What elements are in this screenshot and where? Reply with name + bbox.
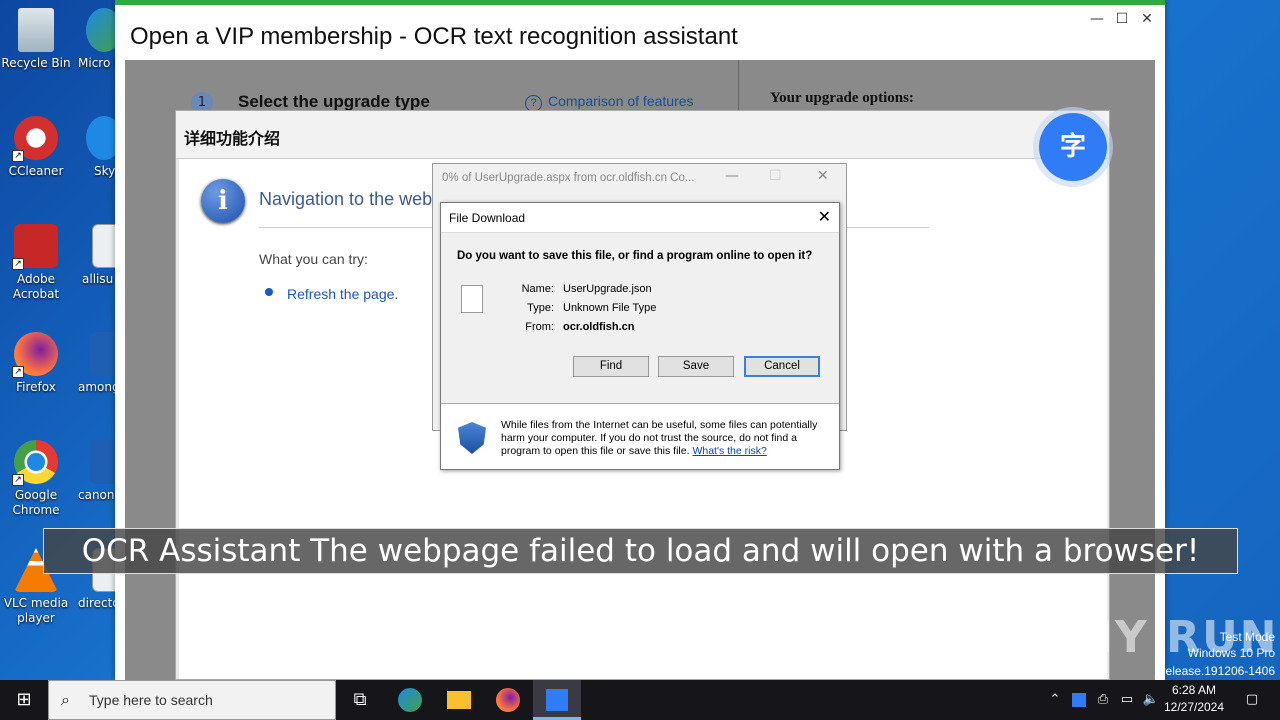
task-view-button[interactable]: ⧉ xyxy=(336,680,384,720)
navigation-error-title: Navigation to the web xyxy=(259,189,433,209)
desktop-icon-label: directo xyxy=(78,596,118,610)
desktop-icon-ccleaner[interactable]: ↗ CCleaner xyxy=(0,116,72,179)
word-doc-icon xyxy=(90,440,118,484)
volume-icon[interactable]: 🔈 xyxy=(1140,680,1162,720)
desktop-icon-label: Firefox xyxy=(16,380,56,394)
file-download-dialog: File Download ✕ Do you want to save this… xyxy=(440,202,840,470)
minimize-button[interactable]: — xyxy=(1085,11,1109,27)
file-name-value: UserUpgrade.json xyxy=(563,283,652,295)
network-icon[interactable]: ▭ xyxy=(1116,680,1138,720)
progress-title: 0% of UserUpgrade.aspx from ocr.oldfish.… xyxy=(442,172,695,184)
chrome-icon: ↗ xyxy=(12,440,58,486)
download-question: Do you want to save this file, or find a… xyxy=(457,250,813,262)
name-label: Name: xyxy=(521,283,554,295)
clock-date: 12/27/2024 xyxy=(1163,700,1225,714)
taskbar-search[interactable]: ⌕ Type here to search xyxy=(48,680,336,720)
tray-ocr-icon[interactable] xyxy=(1068,680,1090,720)
panel-header: 详细功能介绍 xyxy=(176,111,1109,159)
translate-tray-icon xyxy=(1072,692,1086,707)
close-button[interactable]: ✕ xyxy=(1135,11,1159,27)
desktop-icon-label: VLC media player xyxy=(3,596,69,625)
warning-text: While files from the Internet can be use… xyxy=(501,419,831,458)
desktop-icon-edge[interactable]: Micro Edg xyxy=(78,8,118,71)
ocr-app-icon xyxy=(546,689,568,711)
desktop-icon-label: Adobe Acrobat xyxy=(12,272,60,301)
taskbar-file-explorer[interactable] xyxy=(435,680,483,720)
show-hidden-icons[interactable]: ⌃ xyxy=(1045,680,1065,720)
type-label: Type: xyxy=(527,302,554,314)
firefox-icon xyxy=(496,688,520,712)
desktop-icon-firefox[interactable]: ↗ Firefox xyxy=(0,332,72,395)
file-icon xyxy=(461,285,483,313)
desktop-icon-label: among xyxy=(78,380,118,394)
desktop-icon-label: Google Chrome xyxy=(12,488,60,517)
taskbar-firefox[interactable] xyxy=(484,680,532,720)
shield-icon xyxy=(458,422,486,454)
file-from-value: ocr.oldfish.cn xyxy=(563,321,635,333)
try-label: What you can try: xyxy=(259,251,368,267)
find-button[interactable]: Find xyxy=(573,356,649,377)
save-button[interactable]: Save xyxy=(658,356,734,377)
taskbar-ocr-assistant[interactable] xyxy=(533,680,581,720)
recycle-bin-icon xyxy=(18,8,54,52)
progress-maximize-button[interactable]: ☐ xyxy=(769,168,782,184)
watermark-line-1: Test Mode xyxy=(1219,630,1275,644)
warning-body: While files from the Internet can be use… xyxy=(501,419,818,457)
desktop-icon-label: Micro Edg xyxy=(78,56,118,70)
desktop-icon-allisu[interactable]: allisu xyxy=(78,224,118,287)
ccleaner-icon: ↗ xyxy=(12,116,58,162)
watermark-line-2: Windows 10 Pro xyxy=(1187,646,1275,660)
desktop-icon-canonr[interactable]: canonr xyxy=(78,440,118,503)
desktop-icon-among[interactable]: among xyxy=(78,332,118,395)
skype-icon xyxy=(86,116,118,160)
progress-close-button[interactable]: ✕ xyxy=(817,168,829,184)
risk-link[interactable]: What's the risk? xyxy=(692,445,766,457)
folder-icon xyxy=(447,691,471,709)
translate-glyph: 字 xyxy=(1039,113,1107,181)
windows-logo-icon: ⊞ xyxy=(16,689,32,710)
taskbar: ⊞ ⌕ Type here to search ⧉ ⌃ ⎙ ▭ 🔈 6:28 A… xyxy=(0,680,1280,720)
upgrade-options-label: Your upgrade options: xyxy=(770,90,914,106)
search-placeholder: Type here to search xyxy=(89,692,213,708)
file-type-value: Unknown File Type xyxy=(563,302,657,314)
desktop-icon-label: CCleaner xyxy=(8,164,64,178)
desktop-icon-label: allisu xyxy=(82,272,114,286)
acrobat-icon: ↗ xyxy=(12,224,58,270)
edge-icon xyxy=(86,8,118,52)
window-title: Open a VIP membership - OCR text recogni… xyxy=(130,23,738,50)
start-button[interactable]: ⊞ xyxy=(0,680,48,720)
desktop-icon-label: canonr xyxy=(78,488,118,502)
step-label: Select the upgrade type xyxy=(238,92,430,111)
desktop-icon-label: Recycle Bin xyxy=(1,56,71,70)
word-doc-icon xyxy=(90,332,118,376)
clock[interactable]: 6:28 AM 12/27/2024 xyxy=(1162,682,1226,716)
refresh-page-link[interactable]: Refresh the page. xyxy=(287,286,398,302)
bullet-icon xyxy=(265,288,273,296)
dialog-title: File Download xyxy=(441,203,839,233)
watermark-line-3: _release.191206-1406 xyxy=(1154,664,1275,678)
clock-time: 6:28 AM xyxy=(1171,683,1217,697)
desktop-icon-recycle-bin[interactable]: Recycle Bin xyxy=(0,8,72,71)
dialog-close-button[interactable]: ✕ xyxy=(818,207,831,227)
search-icon: ⌕ xyxy=(61,690,70,709)
desktop-icon-label: Sky xyxy=(94,164,116,178)
tray-device-icon[interactable]: ⎙ xyxy=(1092,680,1114,720)
cancel-button[interactable]: Cancel xyxy=(744,356,820,377)
compare-features-label: Comparison of features xyxy=(548,93,694,109)
translate-icon[interactable]: 字 xyxy=(1033,107,1113,187)
edge-icon xyxy=(398,688,422,712)
desktop-icon-skype[interactable]: Sky xyxy=(78,116,118,179)
desktop-icon-google-chrome[interactable]: ↗ Google Chrome xyxy=(0,440,72,518)
taskbar-edge[interactable] xyxy=(386,680,434,720)
from-label: From: xyxy=(525,321,554,333)
progress-minimize-button[interactable]: — xyxy=(725,168,739,184)
task-view-icon: ⧉ xyxy=(353,689,367,710)
desktop-icon-adobe-acrobat[interactable]: ↗ Adobe Acrobat xyxy=(0,224,72,302)
notifications-button[interactable]: ▢ xyxy=(1232,680,1272,720)
maximize-button[interactable]: ☐ xyxy=(1110,11,1134,27)
info-icon: i xyxy=(201,179,245,223)
error-banner: OCR Assistant The webpage failed to load… xyxy=(43,528,1238,574)
firefox-icon: ↗ xyxy=(12,332,58,378)
warning-area: While files from the Internet can be use… xyxy=(441,404,839,469)
